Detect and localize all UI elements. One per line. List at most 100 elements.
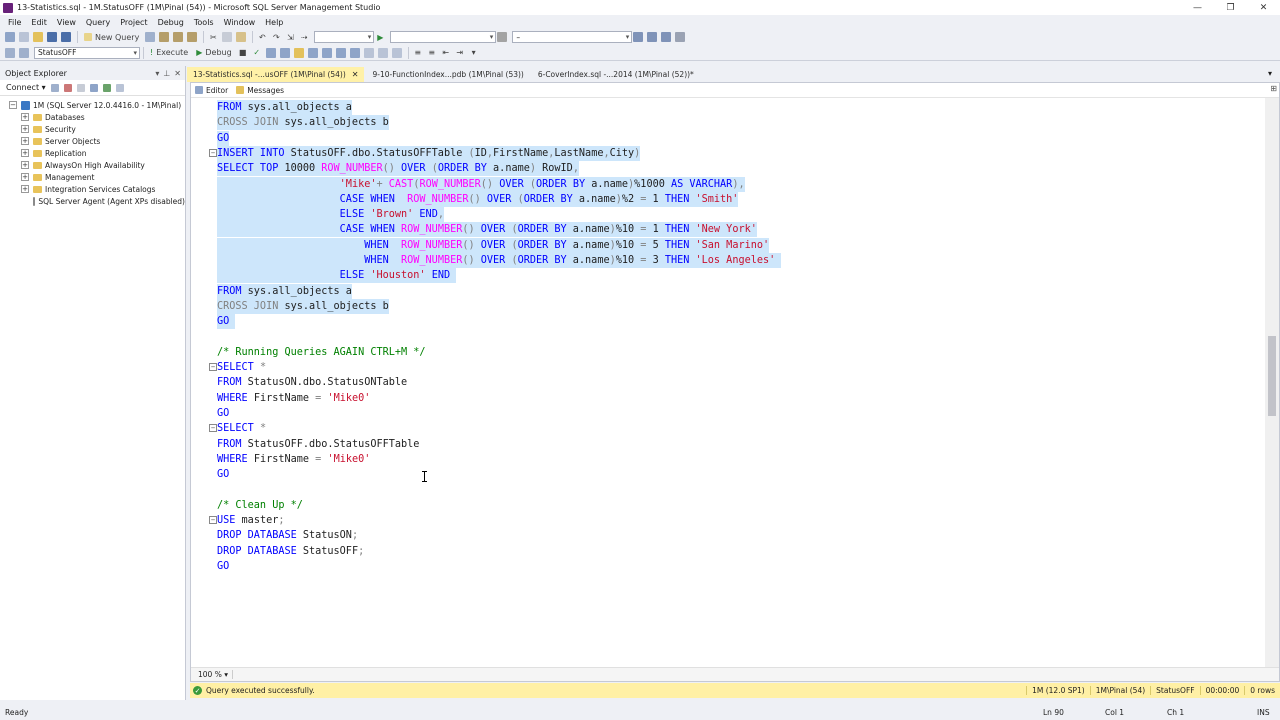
find-combo[interactable]: –: [512, 31, 633, 43]
solution-platform-combo[interactable]: [390, 31, 497, 43]
stop-icon[interactable]: [76, 83, 85, 92]
find-icon[interactable]: [632, 31, 644, 44]
connect-object-icon[interactable]: [50, 83, 59, 92]
back-nav-icon[interactable]: [4, 31, 16, 44]
tree-node-server[interactable]: − 1M (SQL Server 12.0.4416.0 - 1M\Pinal): [0, 99, 185, 111]
find-in-files-icon[interactable]: [496, 31, 508, 44]
tab-statistics-sql[interactable]: 13-Statistics.sql -...usOFF (1M\Pinal (5…: [187, 67, 365, 82]
undo-icon[interactable]: ↶: [256, 31, 268, 44]
navigate-icon[interactable]: ⇲: [284, 31, 296, 44]
query-options-icon[interactable]: [293, 46, 305, 59]
tree-node-security[interactable]: + Security: [0, 123, 185, 135]
mdx-query-icon[interactable]: [172, 31, 184, 44]
cancel-query-icon[interactable]: ■: [237, 46, 249, 59]
save-all-icon[interactable]: [60, 31, 72, 44]
object-explorer-toggle-icon[interactable]: [660, 31, 672, 44]
navigate-forward-icon[interactable]: ⇢: [298, 31, 310, 44]
properties-icon[interactable]: [646, 31, 658, 44]
copy-icon[interactable]: [221, 31, 233, 44]
expand-icon[interactable]: +: [21, 137, 29, 145]
menu-file[interactable]: File: [3, 18, 26, 27]
available-databases-combo[interactable]: StatusOFF: [34, 46, 140, 59]
redo-icon[interactable]: ↷: [270, 31, 282, 44]
toolbox-icon[interactable]: [674, 31, 686, 44]
solution-configuration-combo[interactable]: [314, 31, 375, 43]
tree-node-databases[interactable]: + Databases: [0, 111, 185, 123]
parse-icon[interactable]: ✓: [251, 46, 263, 59]
change-connection-icon[interactable]: [18, 46, 30, 59]
collapse-region-icon[interactable]: −: [209, 424, 217, 433]
start-icon[interactable]: ▶: [374, 31, 386, 44]
refresh-icon[interactable]: [102, 83, 111, 92]
filter-icon[interactable]: [89, 83, 98, 92]
tree-node-management[interactable]: + Management: [0, 171, 185, 183]
uncomment-icon[interactable]: ≡: [426, 46, 438, 59]
connect-icon[interactable]: [4, 46, 16, 59]
tree-node-sql-agent[interactable]: SQL Server Agent (Agent XPs disabled): [0, 195, 185, 207]
live-statistics-icon[interactable]: [335, 46, 347, 59]
tree-node-alwayson[interactable]: + AlwaysOn High Availability: [0, 159, 185, 171]
decrease-indent-icon[interactable]: ⇤: [440, 46, 452, 59]
actual-plan-icon[interactable]: [321, 46, 333, 59]
specify-template-values-icon[interactable]: ▾: [468, 46, 480, 59]
connect-button[interactable]: Connect ▾: [6, 83, 46, 92]
save-icon[interactable]: [46, 31, 58, 44]
tree-node-server-objects[interactable]: + Server Objects: [0, 135, 185, 147]
comment-out-icon[interactable]: ≡: [412, 46, 424, 59]
new-project-icon[interactable]: [18, 31, 30, 44]
open-file-icon[interactable]: [32, 31, 44, 44]
disconnect-icon[interactable]: [63, 83, 72, 92]
results-to-text-icon[interactable]: [363, 46, 375, 59]
vertical-scrollbar[interactable]: [1265, 98, 1279, 668]
results-to-file-icon[interactable]: [391, 46, 403, 59]
tab-cover-index[interactable]: 6-CoverIndex.sql -...2014 (1M\Pinal (52)…: [532, 67, 700, 82]
tab-function-index[interactable]: 9-10-FunctionIndex...pdb (1M\Pinal (53)): [366, 67, 529, 82]
results-to-grid-icon[interactable]: [377, 46, 389, 59]
messages-subtab[interactable]: Messages: [236, 86, 284, 95]
expand-icon[interactable]: +: [21, 125, 29, 133]
panel-dropdown-icon[interactable]: ▾: [155, 69, 159, 78]
execute-button[interactable]: ! Execute: [147, 46, 191, 59]
maximize-button[interactable]: ❐: [1214, 0, 1247, 15]
minimize-button[interactable]: —: [1181, 0, 1214, 15]
expand-icon[interactable]: +: [21, 173, 29, 181]
display-estimated-plan-icon[interactable]: [265, 46, 277, 59]
menu-window[interactable]: Window: [219, 18, 261, 27]
client-statistics-icon[interactable]: [349, 46, 361, 59]
scrollbar-thumb[interactable]: [1268, 336, 1276, 416]
debug-button[interactable]: ▶ Debug: [193, 46, 234, 59]
zoom-level-combo[interactable]: 100 % ▾: [194, 670, 233, 679]
activity-monitor-icon[interactable]: [115, 83, 124, 92]
menu-project[interactable]: Project: [115, 18, 152, 27]
code-area[interactable]: FROM sys.all_objects a CROSS JOIN sys.all…: [191, 100, 1263, 668]
tree-node-replication[interactable]: + Replication: [0, 147, 185, 159]
database-engine-query-icon[interactable]: [144, 31, 156, 44]
collapse-region-icon[interactable]: −: [209, 516, 217, 525]
expand-icon[interactable]: +: [21, 113, 29, 121]
menu-view[interactable]: View: [52, 18, 81, 27]
menu-edit[interactable]: Edit: [26, 18, 52, 27]
menu-query[interactable]: Query: [81, 18, 115, 27]
editor-subtab[interactable]: Editor: [195, 86, 228, 95]
cut-icon[interactable]: ✂: [207, 31, 219, 44]
new-query-button[interactable]: New Query: [81, 31, 142, 44]
analysis-query-icon[interactable]: [158, 31, 170, 44]
tab-list-dropdown-icon[interactable]: ▾: [1268, 69, 1272, 78]
expand-icon[interactable]: +: [21, 161, 29, 169]
collapse-region-icon[interactable]: −: [209, 363, 217, 372]
collapse-region-icon[interactable]: −: [209, 148, 217, 157]
close-window-button[interactable]: ✕: [1247, 0, 1280, 15]
expand-icon[interactable]: +: [21, 149, 29, 157]
menu-tools[interactable]: Tools: [189, 18, 219, 27]
paste-icon[interactable]: [235, 31, 247, 44]
dmx-query-icon[interactable]: [186, 31, 198, 44]
tree-node-integration-services[interactable]: + Integration Services Catalogs: [0, 183, 185, 195]
menu-help[interactable]: Help: [260, 18, 288, 27]
intellisense-icon[interactable]: [307, 46, 319, 59]
increase-indent-icon[interactable]: ⇥: [454, 46, 466, 59]
menu-debug[interactable]: Debug: [153, 18, 189, 27]
panel-close-icon[interactable]: ✕: [174, 69, 181, 78]
query-designer-icon[interactable]: [279, 46, 291, 59]
close-tab-icon[interactable]: ✕: [352, 70, 359, 79]
expand-icon[interactable]: +: [21, 185, 29, 193]
